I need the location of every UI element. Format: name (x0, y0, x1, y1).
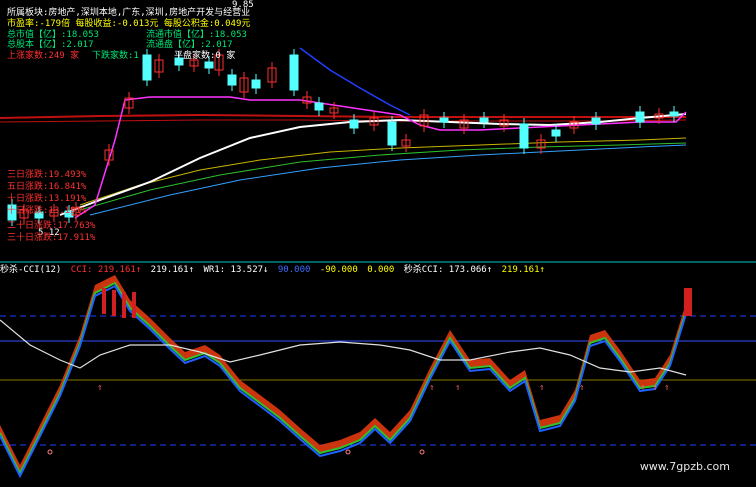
pe-text: 市盈率:-179倍 每股收益:-0.013元 每股公积金:0.049元 (7, 19, 251, 29)
up-arrow-marker: ⇑ (97, 383, 102, 393)
chart-canvas: ⇑ ⇑ ⇑ ⇑ ⇑ ⇑ ⇑ ⇑ (0, 47, 756, 479)
stock-chart-window: { "info_panel": { "sector_line": "所属板块:房… (0, 0, 756, 487)
cci-value: CCI: 219.161↑ (70, 265, 142, 275)
float-shares-text: 流通盘【亿】:2.017 (146, 40, 233, 50)
down-count-text: 下跌家数:1 (92, 51, 139, 61)
cci-peak-bar (102, 288, 106, 314)
cci-last-bar (684, 288, 692, 316)
ref-line-2: -90.000 (319, 265, 358, 275)
return-10d: 十日涨跌:13.191% (7, 194, 87, 204)
indicator-bar: 秒杀-CCI(12) CCI: 219.161↑ 219.161↑ WR1: 1… (0, 264, 549, 276)
ma-white (59, 113, 687, 216)
signal-circle (47, 449, 53, 455)
candle-body (591, 117, 601, 125)
watermark-text: www.7gpzb.com (639, 460, 730, 473)
high-price-label: 9.85 (232, 0, 254, 10)
up-arrow-marker: ⇑ (539, 383, 544, 393)
up-arrow-marker: ⇑ (664, 383, 669, 393)
candle-body (551, 129, 561, 137)
up-count-text: 上涨家数:249 家 (7, 51, 80, 61)
cci-peak-bar (132, 292, 136, 318)
up-arrow-marker: ⇑ (640, 383, 645, 393)
candle-body (635, 111, 645, 123)
ref-line-3: 0.000 (367, 265, 395, 275)
ma-long-red (0, 113, 686, 119)
cci-peak-bar (122, 292, 126, 318)
return-20d: 二十日涨跌:17.763% (7, 221, 96, 231)
return-5d: 五日涨跌:16.841% (7, 182, 87, 192)
indicator-name[interactable]: 秒杀-CCI(12) (0, 265, 61, 275)
signal-circle (419, 449, 425, 455)
candle-body (314, 102, 324, 111)
cci-second-value: 219.161↑ (150, 265, 195, 275)
candle-body (251, 79, 261, 89)
signal-circle (345, 449, 351, 455)
candle-body (142, 54, 152, 81)
flat-count-text: 平盘家数:0 家 (174, 51, 236, 61)
up-arrow-marker: ⇑ (429, 383, 434, 393)
ma-cyan (89, 144, 687, 216)
candle-body (669, 111, 679, 117)
candle-body (519, 123, 529, 149)
up-arrow-marker: ⇑ (455, 383, 460, 393)
cci-peak-bar (112, 290, 116, 316)
return-30d: 三十日涨跌:17.911% (7, 233, 96, 243)
cci-blue-line (0, 284, 691, 479)
candle-body (387, 121, 397, 146)
candle-body (227, 74, 237, 86)
return-3d: 三日涨跌:19.493% (7, 170, 87, 180)
candle-body (479, 117, 489, 123)
sector-text: 所属板块:房地产,深圳本地,广东,深圳,房地产开发与经营业 (7, 8, 251, 18)
shares-text: 总股本【亿】:2.017 (7, 40, 94, 50)
return-20d-top: 十日涨跌:13.191% (7, 206, 87, 216)
ma-green (79, 142, 687, 211)
ms-cci-second: 219.161↑ (501, 265, 545, 275)
wr1-value: WR1: 13.527↓ (203, 265, 269, 275)
ref-line-1: 90.000 (277, 265, 311, 275)
candle-body (204, 61, 214, 69)
candle-body (349, 119, 359, 129)
up-arrow-marker: ⇑ (579, 383, 584, 393)
candle-body (439, 117, 449, 123)
candle-body (289, 54, 299, 91)
up-arrow-marker: ⇑ (652, 383, 657, 393)
ms-cci-value: 秒杀CCI: 173.066↑ (403, 265, 493, 275)
